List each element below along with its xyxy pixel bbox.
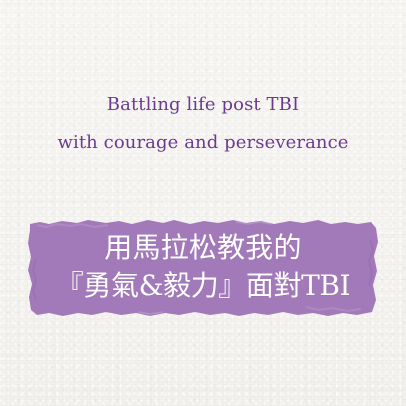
- chinese-title-line-1: 用馬拉松教我的: [104, 231, 302, 264]
- english-title-line-2: with courage and perseverance: [57, 132, 349, 153]
- chinese-title-line-2: 『勇氣&毅力』面對TBI: [55, 269, 351, 302]
- paper-texture: [0, 0, 406, 406]
- english-title-line-1: Battling life post TBI: [106, 94, 300, 115]
- purple-brush-banner: 用馬拉松教我的 『勇氣&毅力』面對TBI: [22, 214, 384, 324]
